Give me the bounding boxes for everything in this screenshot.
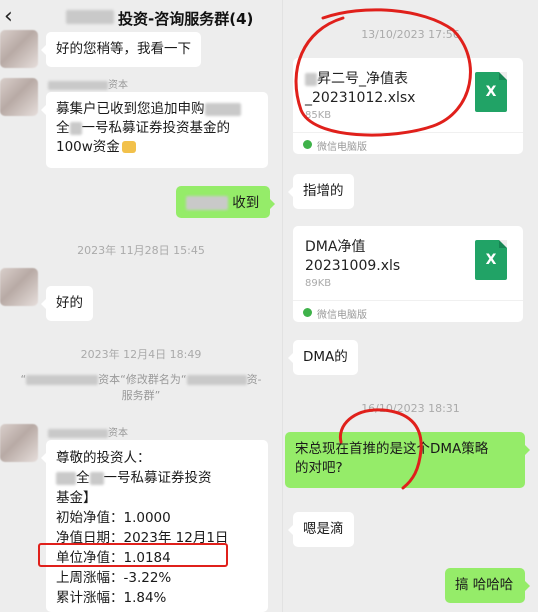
message-bubble[interactable]: 好的您稍等，我看一下 (41, 32, 201, 67)
avatar[interactable] (0, 78, 38, 116)
group-title[interactable]: 投资-咨询服务群(4) (66, 8, 253, 29)
timestamp: 2023年 12月4日 18:49 (80, 348, 202, 361)
message-bubble-self[interactable]: 搞 哈哈哈 (445, 568, 530, 603)
file-source: 微信电脑版 (293, 300, 523, 322)
message-bubble[interactable]: DMA的 (288, 340, 358, 375)
message-bubble[interactable]: 嗯是滴 (288, 512, 354, 547)
excel-icon: X (475, 72, 507, 112)
message-bubble-self[interactable]: 宋总现在首推的是这个DMA策略 的对吧? (285, 432, 530, 488)
chat-pane-right: 13/10/2023 17:56 昇二号_净值表 _20231012.xlsx … (282, 0, 538, 612)
system-message: “资本“修改群名为“ 资- 服务群” (20, 373, 262, 402)
file-source: 微信电脑版 (293, 132, 523, 154)
avatar[interactable] (0, 424, 38, 462)
sender-name: 资本 (48, 424, 128, 439)
timestamp: 2023年 11月28日 15:45 (77, 244, 205, 257)
excel-icon: X (475, 240, 507, 280)
file-message[interactable]: DMA净值 20231009.xls 89KB X 微信电脑版 (293, 226, 523, 322)
message-bubble-self[interactable]: 收到 (176, 186, 275, 218)
message-bubble[interactable]: 指增的 (288, 174, 354, 209)
wechat-icon (303, 308, 312, 317)
chat-pane-left: ‹ 投资-咨询服务群(4) 好的您稍等，我看一下 资本 募集户已收到您追加申购 … (0, 0, 282, 612)
avatar[interactable] (0, 30, 38, 68)
pray-emoji-icon (121, 141, 136, 153)
message-bubble[interactable]: 尊敬的投资人： 全一号私募证券投资 基金】 初始净值：1.0000 净值日期：2… (41, 440, 268, 612)
redaction (66, 10, 114, 24)
timestamp: 16/10/2023 18:31 (361, 402, 460, 415)
avatar[interactable] (0, 268, 38, 306)
redaction (186, 196, 228, 210)
message-bubble[interactable]: 募集户已收到您追加申购 全一号私募证券投资基金的 100w资金 (41, 92, 268, 168)
file-message[interactable]: 昇二号_净值表 _20231012.xlsx 85KB X 微信电脑版 (293, 58, 523, 154)
chat-header: ‹ 投资-咨询服务群(4) (0, 0, 282, 36)
sender-name: 资本 (48, 76, 128, 91)
chevron-left-icon[interactable]: ‹ (4, 2, 13, 32)
timestamp: 13/10/2023 17:56 (361, 28, 460, 41)
wechat-icon (303, 140, 312, 149)
message-bubble[interactable]: 好的 (41, 286, 93, 321)
